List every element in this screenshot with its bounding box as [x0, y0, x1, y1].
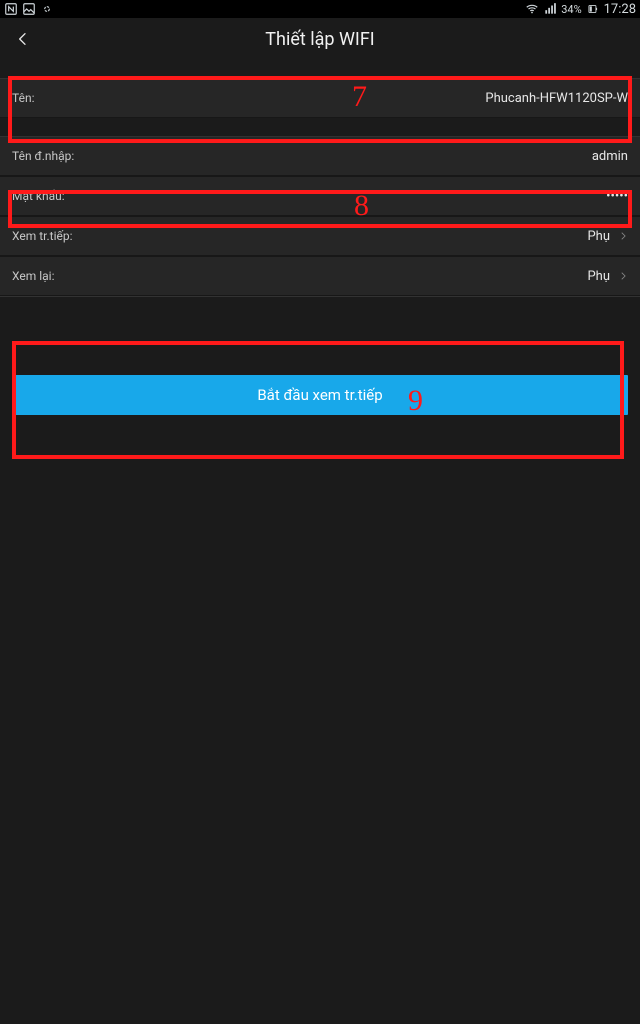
row-liveview[interactable]: Xem tr.tiếp: Phụ	[0, 216, 640, 256]
start-liveview-button[interactable]: Bắt đầu xem tr.tiếp	[12, 375, 628, 415]
page-title: Thiết lập WIFI	[265, 29, 374, 50]
row-replay-value: Phụ	[587, 269, 610, 284]
gallery-icon	[22, 2, 36, 16]
status-bar: 34% 17:28	[0, 0, 640, 18]
signal-icon	[543, 2, 557, 16]
row-name-value: Phucanh-HFW1120SP-W	[485, 91, 628, 106]
sync-icon	[40, 2, 54, 16]
row-replay[interactable]: Xem lại: Phụ	[0, 256, 640, 296]
row-liveview-value: Phụ	[587, 229, 610, 244]
row-password-label: Mật khẩu:	[12, 189, 65, 203]
row-login[interactable]: Tên đ.nhập: admin	[0, 136, 640, 176]
battery-percent: 34%	[561, 3, 581, 16]
row-replay-label: Xem lại:	[12, 269, 55, 283]
row-login-label: Tên đ.nhập:	[12, 149, 74, 163]
row-password[interactable]: Mật khẩu: •••••	[0, 176, 640, 216]
row-name-label: Tên:	[12, 91, 34, 105]
row-login-value: admin	[592, 149, 628, 164]
battery-icon	[586, 2, 600, 16]
app-header: Thiết lập WIFI	[0, 18, 640, 60]
back-button[interactable]	[8, 24, 38, 54]
start-liveview-label: Bắt đầu xem tr.tiếp	[257, 386, 382, 404]
row-name[interactable]: Tên: Phucanh-HFW1120SP-W	[0, 78, 640, 118]
chevron-right-icon	[618, 231, 628, 241]
nfc-icon	[4, 2, 18, 16]
row-liveview-label: Xem tr.tiếp:	[12, 229, 73, 243]
clock: 17:28	[604, 2, 636, 17]
wifi-icon	[525, 2, 539, 16]
chevron-right-icon	[618, 271, 628, 281]
row-password-value: •••••	[606, 189, 628, 204]
